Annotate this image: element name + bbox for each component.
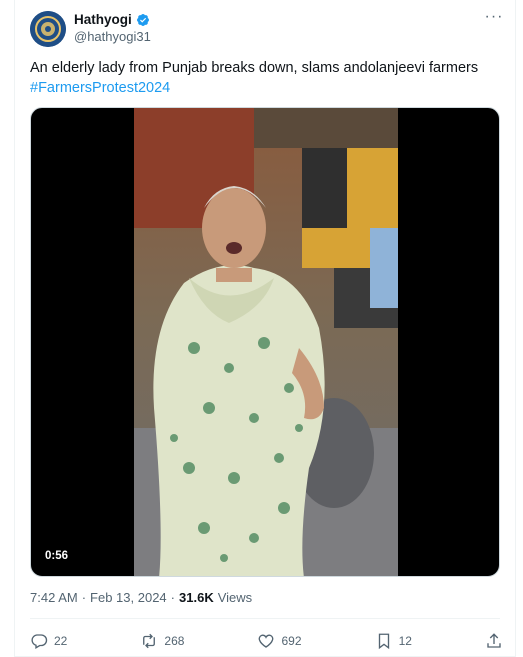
tweet-meta: 7:42 AM · Feb 13, 2024 · 31.6K Views — [30, 590, 252, 605]
action-bar: 22 268 692 12 — [30, 630, 503, 652]
views-count: 31.6K — [179, 590, 214, 605]
video-frame[interactable] — [134, 108, 398, 576]
like-button[interactable]: 692 — [257, 630, 302, 652]
ellipsis-icon: ··· — [484, 8, 504, 25]
retweet-button[interactable]: 268 — [140, 630, 184, 652]
meta-separator: · — [81, 590, 87, 605]
bookmark-count: 12 — [398, 634, 412, 648]
heart-icon — [259, 634, 274, 648]
reply-count: 22 — [54, 634, 68, 648]
bookmark-button[interactable]: 12 — [375, 630, 412, 652]
video-duration: 0:56 — [41, 548, 73, 564]
hashtag-link[interactable]: #FarmersProtest2024 — [30, 78, 510, 98]
bookmark-icon — [378, 633, 389, 650]
reply-button[interactable]: 22 — [30, 630, 67, 652]
tweet-time[interactable]: 7:42 AM — [30, 590, 78, 605]
video-thumbnail — [134, 108, 398, 576]
like-count: 692 — [281, 634, 302, 648]
verified-badge-icon — [136, 13, 149, 26]
tweet-card[interactable]: Hathyogi @hathyogi31 ··· An elderly lady… — [14, 0, 516, 657]
tweet-date[interactable]: Feb 13, 2024 — [90, 590, 167, 605]
avatar-emblem-icon — [30, 11, 66, 47]
meta-separator-2: · — [170, 590, 176, 605]
tweet-body: An elderly lady from Punjab breaks down,… — [30, 60, 479, 76]
views-label: Views — [217, 590, 253, 605]
retweet-count: 268 — [164, 634, 185, 648]
tweet-text: An elderly lady from Punjab breaks down,… — [30, 58, 510, 98]
author-handle[interactable]: @hathyogi31 — [74, 29, 151, 44]
video-player[interactable]: 0:56 — [30, 107, 500, 577]
divider — [30, 618, 500, 619]
share-icon — [487, 633, 501, 648]
avatar[interactable] — [30, 11, 66, 47]
more-options-button[interactable]: ··· — [483, 8, 505, 28]
author-name[interactable]: Hathyogi — [74, 12, 132, 27]
retweet-icon — [143, 633, 156, 649]
share-button[interactable] — [485, 630, 503, 652]
reply-icon — [31, 634, 48, 649]
